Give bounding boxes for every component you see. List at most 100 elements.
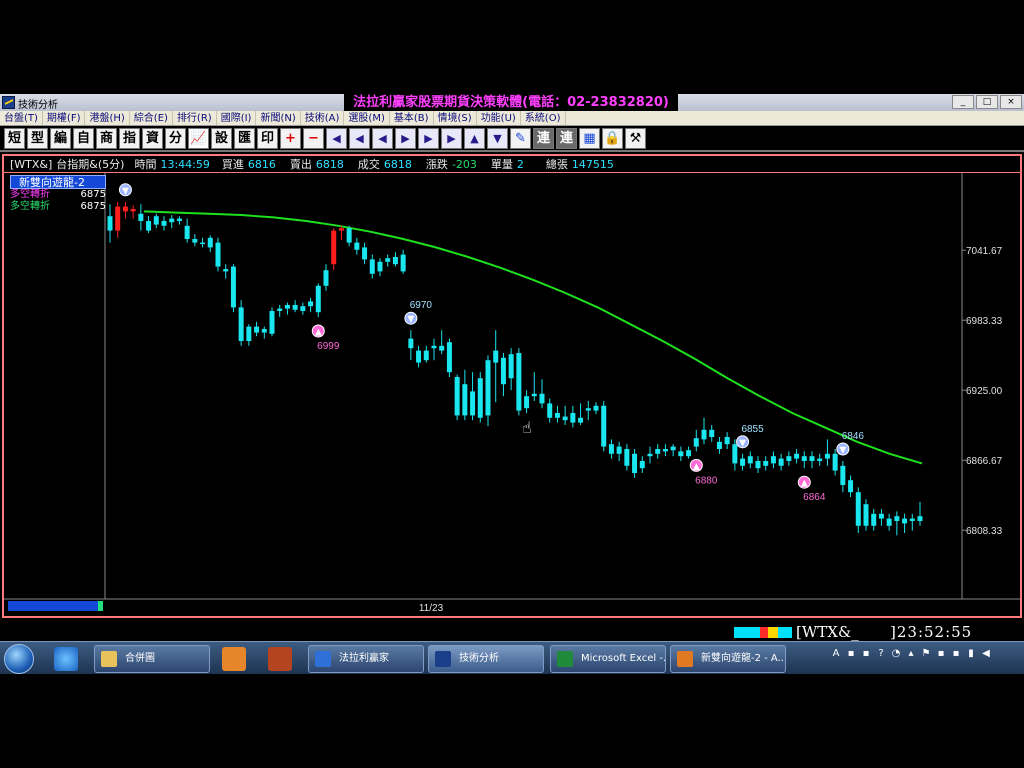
first-page-icon[interactable]: ◀ — [326, 127, 347, 149]
tray-icon[interactable]: ▪ — [935, 648, 947, 660]
toolbar-btn-short[interactable]: 短 — [4, 127, 25, 149]
candle-body — [269, 311, 275, 334]
toolbar-btn-settings[interactable]: 設 — [211, 127, 232, 149]
signal-arrow: ▼ — [407, 315, 414, 325]
last-page-icon[interactable]: ▶ — [441, 127, 462, 149]
menu-item[interactable]: 情境(S) — [434, 111, 477, 125]
folder-icon — [101, 651, 117, 667]
menu-item[interactable]: 綜合(E) — [130, 111, 173, 125]
window-tile-icon[interactable]: ▦ — [579, 127, 600, 149]
menu-item[interactable]: 系統(O) — [521, 111, 566, 125]
tray-icon[interactable]: ▪ — [860, 648, 872, 660]
taskbar-item-excel[interactable]: Microsoft Excel -... — [550, 645, 666, 673]
tray-icon[interactable]: ? — [875, 648, 887, 660]
chart-type-icon[interactable]: 📈 — [188, 127, 209, 149]
tray-icon[interactable]: ⚑ — [920, 648, 932, 660]
candle-body — [215, 242, 221, 267]
signal-arrow: ▼ — [839, 446, 846, 456]
fast-forward-icon[interactable]: ▶ — [418, 127, 439, 149]
menu-item[interactable]: 排行(R) — [173, 111, 217, 125]
media-player-icon[interactable] — [222, 647, 246, 671]
taskbar-item-tech-analysis[interactable]: 技術分析 — [428, 645, 544, 673]
toolbar-btn-indicator[interactable]: 指 — [119, 127, 140, 149]
start-button[interactable] — [4, 644, 34, 674]
toolbar-btn-print[interactable]: 印 — [257, 127, 278, 149]
candle-body — [300, 306, 306, 311]
candle-body — [647, 453, 653, 457]
toolbar-btn-data[interactable]: 資 — [142, 127, 163, 149]
candle-body — [539, 393, 545, 404]
time-scrollbar[interactable] — [8, 601, 100, 611]
candle-body — [485, 360, 491, 416]
scroll-down-icon[interactable]: ▼ — [487, 127, 508, 149]
toolbar-btn-product[interactable]: 商 — [96, 127, 117, 149]
tray-icon[interactable]: A — [830, 648, 842, 660]
tray-icon[interactable]: ▴ — [905, 648, 917, 660]
candlestick-chart[interactable]: 7041.67 6983.33 6925.00 6866.67 6808.33 11/23… — [4, 173, 1020, 615]
window-title: 技術分析 — [18, 100, 58, 111]
status-bar: [WTX&_ ]23:52:55 — [0, 624, 1024, 641]
taskbar-item-indicator-doc[interactable]: 新雙向遊龍-2 - A... — [670, 645, 786, 673]
y-tick-label: 6866.67 — [966, 456, 1003, 467]
drawing-tool-icon[interactable]: ✎ — [510, 127, 531, 149]
link-button-1[interactable]: 連 — [533, 127, 554, 149]
menu-item[interactable]: 選股(M) — [344, 111, 390, 125]
software-banner: 法拉利贏家股票期貨決策軟體(電話：02-23832820) — [344, 94, 678, 111]
program-icon[interactable] — [268, 647, 292, 671]
tray-icon[interactable]: ◀ — [980, 648, 992, 660]
scroll-up-icon[interactable]: ▲ — [464, 127, 485, 149]
menu-item[interactable]: 國際(I) — [217, 111, 257, 125]
change-label: 漲跌 — [425, 158, 448, 171]
candle-body — [886, 518, 892, 526]
indicator-title[interactable]: 新雙向遊龍-2 — [10, 175, 106, 189]
bid-value: 6816 — [247, 157, 276, 171]
candle-body — [809, 456, 815, 461]
candle-body — [878, 513, 884, 519]
chart-panel[interactable]: 7041.67 6983.33 6925.00 6866.67 6808.33 11/23… — [2, 172, 1022, 618]
taskbar-item-merge-chart[interactable]: 合併圖 — [94, 645, 210, 673]
moving-average-line — [143, 210, 923, 465]
menu-item[interactable]: 功能(U) — [477, 111, 521, 125]
minimize-button[interactable]: _ — [952, 95, 974, 109]
zoom-in-icon[interactable]: + — [280, 127, 301, 149]
tools-icon[interactable]: ⚒ — [625, 127, 646, 149]
menu-item[interactable]: 台盤(T) — [0, 111, 43, 125]
candle-body — [608, 444, 614, 454]
maximize-button[interactable]: □ — [976, 95, 998, 109]
candle-body — [439, 345, 445, 351]
menu-item[interactable]: 基本(B) — [390, 111, 434, 125]
candle-body — [138, 213, 144, 221]
candle-body — [516, 353, 522, 411]
zoom-out-icon[interactable]: − — [303, 127, 324, 149]
candle-body — [508, 354, 514, 379]
signal-arrow: ▼ — [739, 438, 746, 448]
toolbar-btn-custom[interactable]: 自 — [73, 127, 94, 149]
menu-item[interactable]: 港盤(H) — [85, 111, 130, 125]
link-button-2[interactable]: 連 — [556, 127, 577, 149]
menu-item[interactable]: 新聞(N) — [256, 111, 301, 125]
ie-icon[interactable] — [54, 647, 78, 671]
tray-icon[interactable]: ◔ — [890, 648, 902, 660]
toolbar-btn-split[interactable]: 分 — [165, 127, 186, 149]
tray-icon[interactable]: ▪ — [950, 648, 962, 660]
taskbar-item-ferrari[interactable]: 法拉利贏家 — [308, 645, 424, 673]
tray-icon[interactable]: ▪ — [845, 648, 857, 660]
tray-icon[interactable]: ▮ — [965, 648, 977, 660]
candle-body — [315, 285, 321, 313]
menu-item[interactable]: 技術(A) — [301, 111, 345, 125]
scrollbar-thumb[interactable] — [98, 601, 103, 611]
lock-icon[interactable]: 🔒 — [602, 127, 623, 149]
toolbar-btn-edit[interactable]: 編 — [50, 127, 71, 149]
candle-body — [794, 453, 800, 459]
toolbar-btn-pattern[interactable]: 型 — [27, 127, 48, 149]
fast-back-icon[interactable]: ◀ — [349, 127, 370, 149]
toolbar-btn-export[interactable]: 匯 — [234, 127, 255, 149]
back-icon[interactable]: ◀ — [372, 127, 393, 149]
ask-value: 6818 — [315, 157, 344, 171]
candle-body — [107, 216, 113, 231]
close-button[interactable]: × — [1000, 95, 1022, 109]
forward-icon[interactable]: ▶ — [395, 127, 416, 149]
candle-body — [454, 377, 460, 416]
trade-value: 6818 — [383, 157, 412, 171]
menu-item[interactable]: 期權(F) — [43, 111, 86, 125]
